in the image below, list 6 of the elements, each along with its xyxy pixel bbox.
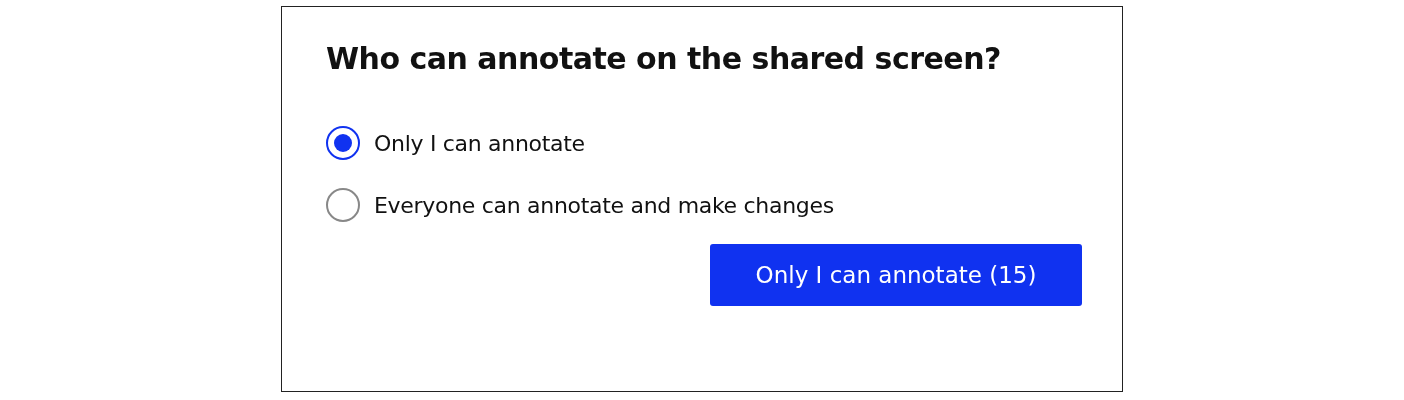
radio-button[interactable] [326,188,360,222]
dialog-title: Who can annotate on the shared screen? [326,41,1002,76]
radio-button[interactable] [326,126,360,160]
radio-label[interactable]: Everyone can annotate and make changes [374,192,834,218]
radio-label[interactable]: Only I can annotate [374,130,585,156]
confirm-button[interactable]: Only I can annotate (15) [710,244,1082,306]
